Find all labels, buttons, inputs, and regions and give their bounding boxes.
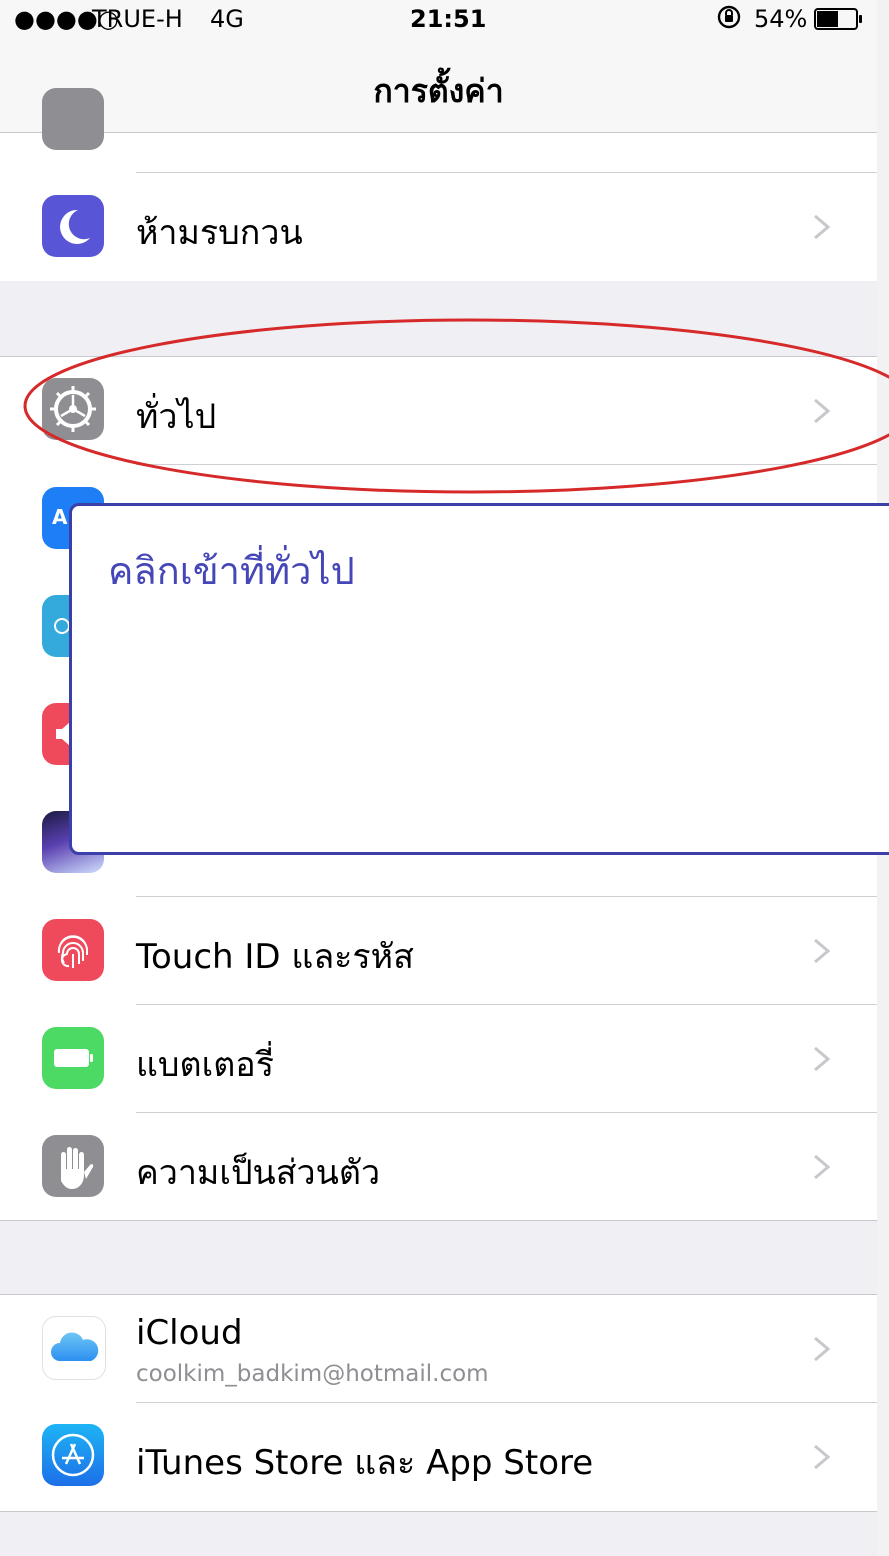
settings-row-label: iTunes Store และ App Store <box>136 1443 594 1483</box>
cloud-icon <box>42 1316 106 1380</box>
chevron-right-icon <box>814 1444 831 1470</box>
settings-row-touch-id[interactable]: Touch ID และรหัส <box>0 897 877 1005</box>
app-store-icon <box>42 1424 104 1486</box>
settings-row-battery[interactable]: แบตเตอรี่ <box>0 1005 877 1113</box>
rotation-lock-icon <box>716 4 742 36</box>
chevron-right-icon <box>814 938 831 964</box>
status-bar: ●●●●○ TRUE-H 4G 21:51 54% <box>0 0 877 40</box>
chevron-right-icon <box>814 1046 831 1072</box>
settings-row-label: แบตเตอรี่ <box>136 1045 274 1085</box>
settings-row-do-not-disturb[interactable]: ห้ามรบกวน <box>0 173 877 281</box>
status-time: 21:51 <box>410 5 487 33</box>
settings-row-partial[interactable] <box>0 65 877 173</box>
fingerprint-icon <box>42 919 104 981</box>
battery-icon <box>42 1027 104 1089</box>
icloud-account-email: coolkim_badkim@hotmail.com <box>136 1361 489 1387</box>
chevron-right-icon <box>814 214 831 240</box>
chevron-right-icon <box>814 1154 831 1180</box>
network-type: 4G <box>210 5 244 33</box>
settings-row-label: ความเป็นส่วนตัว <box>136 1153 381 1193</box>
settings-row-label: iCloud <box>136 1313 243 1353</box>
instruction-callout-box: คลิกเข้าที่ทั่วไป <box>69 503 889 855</box>
highlight-ellipse <box>23 318 889 494</box>
settings-group-1: ห้ามรบกวน <box>0 88 877 281</box>
battery-percent: 54% <box>754 5 808 33</box>
carrier-name: TRUE-H <box>92 5 183 33</box>
moon-icon <box>42 195 104 257</box>
settings-icon-partial <box>42 88 104 150</box>
settings-group-3: iCloud coolkim_badkim@hotmail.com iTunes… <box>0 1294 877 1512</box>
instruction-callout-text: คลิกเข้าที่ทั่วไป <box>108 549 355 593</box>
hand-icon <box>42 1135 104 1197</box>
settings-row-label: Touch ID และรหัส <box>136 937 414 977</box>
battery-status-icon <box>814 8 864 36</box>
settings-row-icloud[interactable]: iCloud coolkim_badkim@hotmail.com <box>0 1295 877 1403</box>
settings-row-itunes-app-store[interactable]: iTunes Store และ App Store <box>0 1403 877 1511</box>
settings-row-label: ห้ามรบกวน <box>136 213 303 253</box>
settings-row-privacy[interactable]: ความเป็นส่วนตัว <box>0 1113 877 1221</box>
chevron-right-icon <box>814 1336 831 1362</box>
